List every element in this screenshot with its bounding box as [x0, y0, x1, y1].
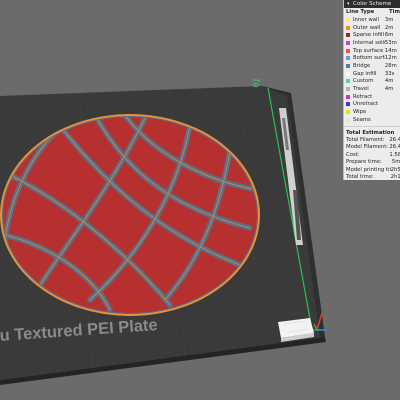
- legend-item-time: 2m: [384, 24, 394, 31]
- estimation-key: Model Filament:: [346, 144, 389, 151]
- legend-item-label: Inner wall: [353, 16, 379, 23]
- legend-item-time: 53m: [384, 39, 397, 46]
- legend-item[interactable]: Bottom surface12m: [344, 54, 400, 62]
- color-scheme-panel: ▾ Color Scheme Line Type Tim Inner wall 3…: [343, 0, 400, 180]
- legend-item[interactable]: Inner wall 3m: [344, 16, 400, 24]
- estimation-row: Total time: 2h1: [344, 174, 400, 180]
- legend-item-label: Custom: [353, 78, 374, 85]
- legend-item[interactable]: Gap infill 33s: [344, 70, 400, 78]
- legend-item[interactable]: Travel 4m: [344, 85, 400, 93]
- legend-item[interactable]: Outer wall 2m: [344, 24, 400, 32]
- estimation-row: Model printing time:2h5: [344, 167, 400, 175]
- estimation-value: 1.58: [389, 151, 400, 158]
- color-swatch-icon: [346, 79, 350, 84]
- estimation-key: Total Filament:: [346, 136, 385, 143]
- legend-item-label: Internal solid infill: [353, 39, 385, 46]
- estimation-value: 5m: [391, 159, 400, 166]
- legend-item-time: 33s: [384, 70, 395, 77]
- legend-item-time: 12m: [384, 55, 397, 62]
- color-swatch-icon: [346, 25, 350, 30]
- total-estimation: Total Estimation Total Filament: 26.4 Mode…: [344, 125, 400, 180]
- legend-item-label: Sparse infill: [353, 32, 384, 39]
- legend-item-label: Outer wall: [353, 24, 381, 31]
- legend-item[interactable]: Retract: [344, 93, 400, 101]
- legend-item[interactable]: Internal solid infill53m: [344, 39, 400, 47]
- estimation-value: 2h1: [390, 174, 400, 180]
- color-swatch-icon: [346, 87, 350, 92]
- col-line-type: Line Type: [346, 9, 375, 15]
- legend-item-time: 3m: [384, 16, 394, 23]
- volleyball-model[interactable]: [0, 114, 260, 316]
- legend-item-label: Bridge: [353, 62, 371, 69]
- color-swatch-icon: [346, 102, 350, 107]
- estimation-row: Cost: 1.58: [344, 152, 400, 160]
- legend-list: Inner wall 3m Outer wall 2m Sparse infill 6m I…: [344, 16, 400, 124]
- color-swatch-icon: [346, 17, 350, 22]
- estimation-row: Total Filament: 26.4: [344, 137, 400, 145]
- estimation-row: Model Filament: 26.4: [344, 144, 400, 152]
- legend-item-time: 14m: [384, 47, 397, 54]
- legend-item-label: Travel: [353, 86, 369, 93]
- color-swatch-icon: [346, 33, 350, 38]
- estimation-key: Model printing time:: [346, 166, 391, 173]
- color-swatch-icon: [346, 110, 350, 115]
- legend-item[interactable]: Wipe: [344, 108, 400, 116]
- color-swatch-icon: [346, 63, 350, 68]
- legend-item-time: 6m: [384, 32, 394, 39]
- legend-item-time: 4m: [384, 86, 394, 93]
- estimation-key: Prepare time:: [346, 159, 382, 166]
- col-time: Tim: [389, 9, 400, 15]
- legend-item[interactable]: Custom 4m: [344, 78, 400, 86]
- color-swatch-icon: [346, 48, 350, 53]
- legend-item[interactable]: Top surface 14m: [344, 47, 400, 55]
- legend-item-time: 28m: [384, 62, 397, 69]
- color-swatch-icon: [346, 94, 350, 99]
- legend-item-label: Bottom surface: [353, 55, 385, 62]
- plate-number: 01: [251, 77, 262, 88]
- legend-item[interactable]: Bridge 28m: [344, 62, 400, 70]
- legend-item-time: 4m: [384, 78, 394, 85]
- legend-column-headers: Line Type Tim: [344, 8, 400, 16]
- legend-item[interactable]: Unretract: [344, 101, 400, 109]
- estimation-value: 26.4: [389, 144, 400, 151]
- legend-item-label: Retract: [353, 93, 373, 100]
- color-scheme-header[interactable]: ▾ Color Scheme: [344, 0, 400, 8]
- color-scheme-title: Color Scheme: [353, 1, 392, 7]
- legend-item-label: Unretract: [353, 101, 379, 108]
- legend-item-label: Gap infill: [353, 70, 377, 77]
- estimation-value: 2h5: [390, 166, 400, 173]
- estimation-list: Total Filament: 26.4 Model Filament: 26.4 Co…: [344, 137, 400, 180]
- legend-item-label: Top surface: [353, 47, 384, 54]
- color-swatch-icon: [346, 71, 350, 76]
- legend-item[interactable]: Seams: [344, 116, 400, 124]
- 3d-viewport[interactable]: 01 u Textured PEI Plate: [0, 0, 400, 400]
- collapse-arrow-icon[interactable]: ▾: [347, 0, 350, 8]
- color-swatch-icon: [346, 56, 350, 61]
- estimation-title: Total Estimation: [346, 129, 395, 136]
- estimation-value: 26.4: [389, 136, 400, 143]
- legend-item-label: Seams: [353, 116, 371, 123]
- estimation-key: Cost:: [346, 151, 360, 158]
- estimation-row: Prepare time: 5m: [344, 159, 400, 167]
- color-swatch-icon: [346, 40, 350, 45]
- legend-item-label: Wipe: [353, 109, 367, 116]
- color-swatch-icon: [346, 117, 350, 122]
- legend-item[interactable]: Sparse infill 6m: [344, 31, 400, 39]
- estimation-key: Total time:: [346, 174, 374, 180]
